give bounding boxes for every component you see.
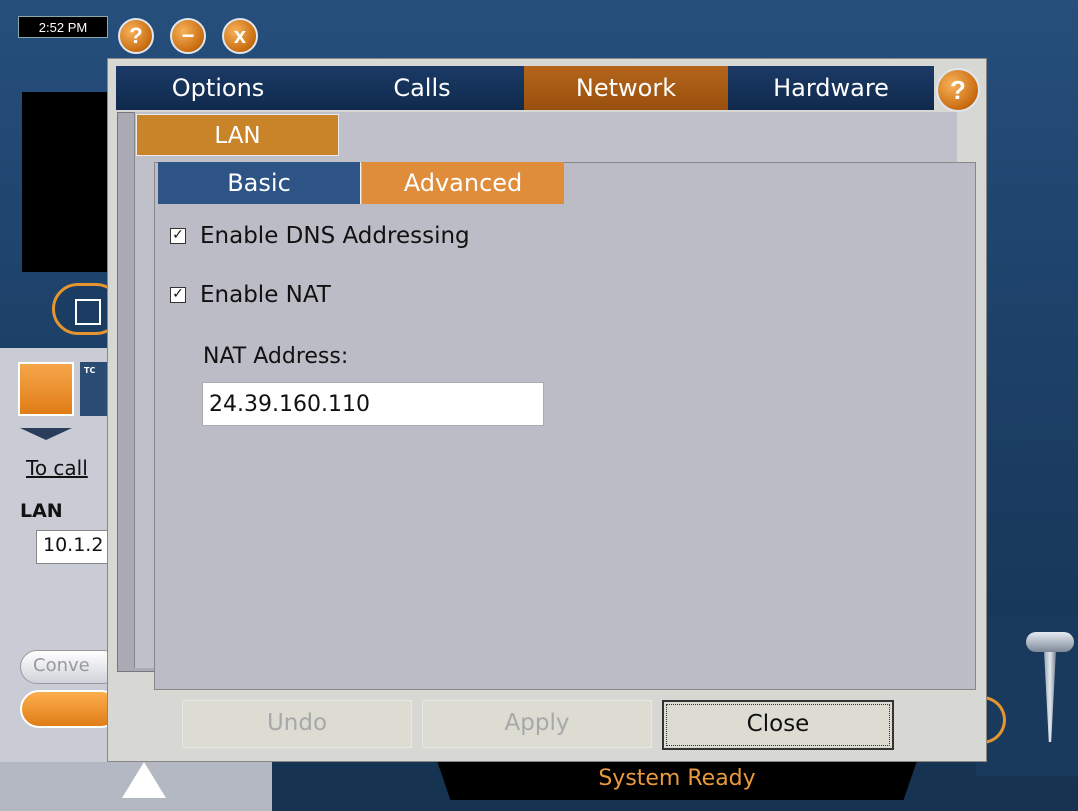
down-arrow-icon[interactable] <box>20 428 72 440</box>
tab-basic[interactable]: Basic <box>158 162 361 204</box>
tab-options[interactable]: Options <box>116 66 322 110</box>
close-icon[interactable]: x <box>222 18 258 54</box>
tab-lan[interactable]: LAN <box>136 114 339 156</box>
conversation-button[interactable]: Conve <box>20 650 120 684</box>
help-icon[interactable]: ? <box>118 18 154 54</box>
dns-label: Enable DNS Addressing <box>200 223 470 249</box>
undo-button[interactable]: Undo <box>182 700 412 748</box>
minimize-icon[interactable]: − <box>170 18 206 54</box>
expand-up-icon[interactable] <box>122 762 166 798</box>
main-tab-bar: Options Calls Network Hardware <box>116 66 934 110</box>
apply-button[interactable]: Apply <box>422 700 652 748</box>
nat-label: Enable NAT <box>200 282 331 308</box>
nat-option[interactable]: ✓ Enable NAT <box>170 282 331 308</box>
status-bar: System Ready <box>436 758 918 800</box>
tab-calls[interactable]: Calls <box>320 66 526 110</box>
tab-network[interactable]: Network <box>524 66 730 110</box>
tab-advanced[interactable]: Advanced <box>362 162 564 204</box>
video-preview <box>22 92 112 272</box>
ip-address-field: 10.1.2 <box>36 530 116 564</box>
call-button[interactable] <box>20 690 120 728</box>
dns-option[interactable]: ✓ Enable DNS Addressing <box>170 223 470 249</box>
tc-icon[interactable]: TC <box>80 362 108 416</box>
nat-checkbox[interactable]: ✓ <box>170 287 186 303</box>
nat-address-input[interactable] <box>202 382 544 426</box>
volume-lever-handle[interactable] <box>1026 632 1074 652</box>
tab-hardware[interactable]: Hardware <box>728 66 934 110</box>
notepad-icon[interactable] <box>18 362 74 416</box>
nat-address-label: NAT Address: <box>203 344 349 369</box>
close-button[interactable]: Close <box>662 700 894 750</box>
to-call-label: To call <box>26 456 88 480</box>
dns-checkbox[interactable]: ✓ <box>170 228 186 244</box>
help-icon[interactable]: ? <box>936 68 980 112</box>
lan-label: LAN <box>20 500 63 522</box>
clock-display: 2:52 PM <box>18 16 108 38</box>
